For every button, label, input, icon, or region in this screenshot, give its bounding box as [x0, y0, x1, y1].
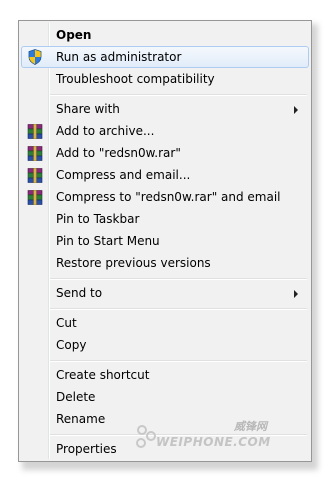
menu-item-label: Create shortcut — [56, 368, 150, 382]
menu-item-add-to-archive[interactable]: Add to archive... — [21, 120, 309, 142]
menu-item-label: Restore previous versions — [56, 256, 211, 270]
menu-item-label: Add to archive... — [56, 124, 155, 138]
menu-item-label: Send to — [56, 286, 103, 300]
menu-item-label: Compress to "redsn0w.rar" and email — [56, 190, 281, 204]
context-menu: Open Run as administrator Troubleshoot c… — [18, 20, 312, 462]
uac-shield-icon — [26, 49, 44, 65]
menu-item-compress-and-email[interactable]: Compress and email... — [21, 164, 309, 186]
menu-item-properties[interactable]: Properties — [21, 438, 309, 460]
menu-item-label: Compress and email... — [56, 168, 191, 182]
menu-item-label: Run as administrator — [56, 50, 182, 64]
menu-item-rename[interactable]: Rename — [21, 408, 309, 430]
menu-item-compress-to-named-rar-and-email[interactable]: Compress to "redsn0w.rar" and email — [21, 186, 309, 208]
menu-item-copy[interactable]: Copy — [21, 334, 309, 356]
menu-item-label: Copy — [56, 338, 87, 352]
menu-item-label: Pin to Taskbar — [56, 212, 140, 226]
menu-item-label: Delete — [56, 390, 96, 404]
menu-item-restore-previous-versions[interactable]: Restore previous versions — [21, 252, 309, 274]
menu-item-share-with[interactable]: Share with — [21, 98, 309, 120]
submenu-arrow-icon — [294, 290, 298, 298]
menu-item-label: Pin to Start Menu — [56, 234, 160, 248]
menu-item-create-shortcut[interactable]: Create shortcut — [21, 364, 309, 386]
menu-separator — [50, 434, 307, 436]
menu-item-add-to-named-rar[interactable]: Add to "redsn0w.rar" — [21, 142, 309, 164]
winrar-icon — [26, 145, 44, 161]
menu-item-label: Troubleshoot compatibility — [56, 72, 215, 86]
menu-separator — [50, 94, 307, 96]
menu-separator — [50, 278, 307, 280]
menu-item-cut[interactable]: Cut — [21, 312, 309, 334]
menu-item-label: Rename — [56, 412, 106, 426]
menu-item-pin-to-start-menu[interactable]: Pin to Start Menu — [21, 230, 309, 252]
menu-item-label: Share with — [56, 102, 120, 116]
menu-item-send-to[interactable]: Send to — [21, 282, 309, 304]
winrar-icon — [26, 189, 44, 205]
menu-separator — [50, 360, 307, 362]
submenu-arrow-icon — [294, 106, 298, 114]
menu-item-troubleshoot-compatibility[interactable]: Troubleshoot compatibility — [21, 68, 309, 90]
menu-item-delete[interactable]: Delete — [21, 386, 309, 408]
menu-separator — [50, 308, 307, 310]
menu-item-label: Open — [56, 28, 92, 42]
winrar-icon — [26, 167, 44, 183]
menu-item-label: Add to "redsn0w.rar" — [56, 146, 181, 160]
menu-item-pin-to-taskbar[interactable]: Pin to Taskbar — [21, 208, 309, 230]
menu-item-label: Properties — [56, 442, 117, 456]
menu-item-open[interactable]: Open — [21, 24, 309, 46]
winrar-icon — [26, 123, 44, 139]
menu-item-label: Cut — [56, 316, 77, 330]
menu-item-run-as-administrator[interactable]: Run as administrator — [21, 46, 309, 68]
